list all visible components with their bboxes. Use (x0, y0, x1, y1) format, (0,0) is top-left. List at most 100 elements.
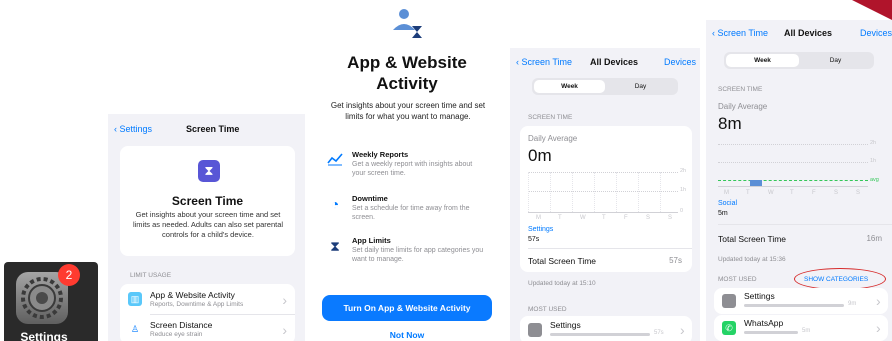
total-screen-time-value: 16m (866, 234, 882, 243)
total-screen-time-label: Total Screen Time (528, 256, 597, 266)
screen-time-settings-screen: ‹ Settings Screen Time ⧗ Screen Time Get… (108, 114, 305, 341)
day-tick: T (790, 190, 794, 196)
updated-timestamp: Updated today at 15:36 (718, 256, 786, 263)
row-title: App & Website Activity (150, 290, 235, 300)
app-website-activity-onboarding: App & Website Activity Get insights abou… (318, 0, 496, 341)
gridline (718, 162, 868, 163)
chevron-right-icon: › (680, 322, 685, 338)
row-app-website-activity[interactable]: ▥ App & Website Activity Reports, Downti… (120, 286, 295, 314)
avg-tick: avg (870, 177, 879, 183)
total-screen-time-label: Total Screen Time (718, 234, 787, 244)
screen-time-detail-week: ‹ Screen Time All Devices Devices Week D… (510, 48, 700, 341)
week-day-segmented-control[interactable]: Week Day (724, 52, 874, 69)
usage-card: Daily Average 0m 2h 1h 0 M T W T F S S S… (520, 126, 692, 272)
downtime-icon: ◔ (330, 196, 340, 212)
day-tick: T (558, 215, 562, 221)
grid-vline (638, 172, 639, 212)
usage-bar (744, 304, 844, 307)
person-icon: ♙ (128, 322, 142, 336)
divider (528, 248, 692, 249)
row-title: Screen Distance (150, 320, 213, 330)
screen-time-detail-with-data: ‹ Screen Time All Devices Devices Week D… (706, 20, 892, 341)
devices-button[interactable]: Devices (664, 57, 696, 67)
chevron-right-icon: › (282, 292, 287, 308)
app-row-settings[interactable]: Settings 9m › (714, 288, 888, 314)
people-hourglass-icon (388, 8, 428, 40)
hourglass-icon: ⧗ (330, 238, 340, 254)
daily-average-label: Daily Average (718, 102, 768, 111)
row-subtitle: Reduce eye strain (150, 331, 203, 338)
day-tick: F (812, 190, 816, 196)
feature-title: App Limits (352, 236, 391, 245)
nav-title: All Devices (590, 57, 639, 67)
turn-on-button[interactable]: Turn On App & Website Activity (322, 295, 492, 321)
back-button[interactable]: ‹ Screen Time (712, 28, 768, 38)
app-duration: 57s (654, 330, 664, 336)
gear-icon (722, 294, 736, 308)
section-header: LIMIT USAGE (130, 272, 172, 279)
whatsapp-icon: ✆ (722, 321, 736, 335)
most-used-header: MOST USED (718, 276, 757, 283)
feature-description: Get a weekly report with insights about … (352, 161, 473, 177)
y-tick: 2h (870, 140, 877, 146)
total-screen-time-value: 57s (669, 256, 682, 265)
grid-vline (594, 172, 595, 212)
row-subtitle: Reports, Downtime & App Limits (150, 301, 244, 308)
usage-bar (750, 180, 762, 186)
day-tick: W (768, 190, 774, 196)
corner-decoration (828, 0, 892, 20)
day-tick: S (834, 190, 839, 196)
category-label: Social (718, 200, 738, 207)
nav-title: Screen Time (186, 124, 240, 134)
row-screen-distance[interactable]: ♙ Screen Distance Reduce eye strain › (120, 316, 295, 341)
chevron-right-icon: › (876, 320, 881, 336)
section-header: SCREEN TIME (718, 86, 763, 93)
usage-bar (744, 331, 798, 334)
notification-badge: 2 (58, 264, 80, 286)
annotation-circle (794, 268, 886, 290)
back-button[interactable]: ‹ Screen Time (516, 57, 572, 67)
nav-bar: ‹ Settings Screen Time (108, 114, 305, 140)
devices-button[interactable]: Devices (860, 28, 892, 38)
app-duration: 9m (848, 301, 857, 307)
segment-day[interactable]: Day (799, 54, 872, 67)
app-name: Settings (550, 320, 581, 330)
not-now-button[interactable]: Not Now (318, 330, 496, 340)
day-tick: M (536, 215, 541, 221)
home-settings-app[interactable]: 2 Settings (4, 262, 98, 341)
app-row-settings[interactable]: Settings 57s › (520, 316, 692, 341)
app-label: Settings (20, 330, 68, 341)
chevron-right-icon: › (282, 322, 287, 338)
feature-title: Downtime (352, 194, 388, 203)
chart-icon: ▥ (128, 292, 142, 306)
day-tick: S (646, 215, 651, 221)
chevron-right-icon: › (876, 293, 881, 309)
segment-day[interactable]: Day (605, 80, 676, 93)
feature-title: Weekly Reports (352, 150, 409, 159)
page-subtitle: Get insights about your screen time and … (330, 101, 486, 121)
usage-bar (550, 333, 650, 336)
updated-timestamp: Updated today at 15:10 (528, 280, 596, 287)
card-description: Get insights about your screen time and … (132, 210, 284, 239)
app-row-whatsapp[interactable]: ✆ WhatsApp 5m › (714, 315, 888, 341)
segment-week[interactable]: Week (726, 54, 799, 67)
y-tick: 1h (870, 158, 877, 164)
day-tick: M (724, 190, 729, 196)
day-tick: T (602, 215, 606, 221)
week-day-segmented-control[interactable]: Week Day (532, 78, 678, 95)
day-tick: T (746, 190, 750, 196)
feature-description: Set daily time limits for app categories… (352, 247, 484, 263)
category-value: 5m (718, 210, 728, 217)
back-button[interactable]: ‹ Settings (114, 124, 152, 134)
title-line-2: Activity (376, 74, 438, 93)
category-label: Settings (528, 226, 554, 233)
most-used-header: MOST USED (528, 306, 567, 313)
daily-average-value: 8m (718, 114, 742, 133)
grid-vline (572, 172, 573, 212)
feature-description: Set a schedule for time away from the sc… (352, 205, 470, 221)
nav-title: All Devices (784, 28, 833, 38)
segment-week[interactable]: Week (534, 80, 605, 93)
baseline (718, 186, 868, 187)
grid-vline (616, 172, 617, 212)
day-tick: W (580, 215, 586, 221)
